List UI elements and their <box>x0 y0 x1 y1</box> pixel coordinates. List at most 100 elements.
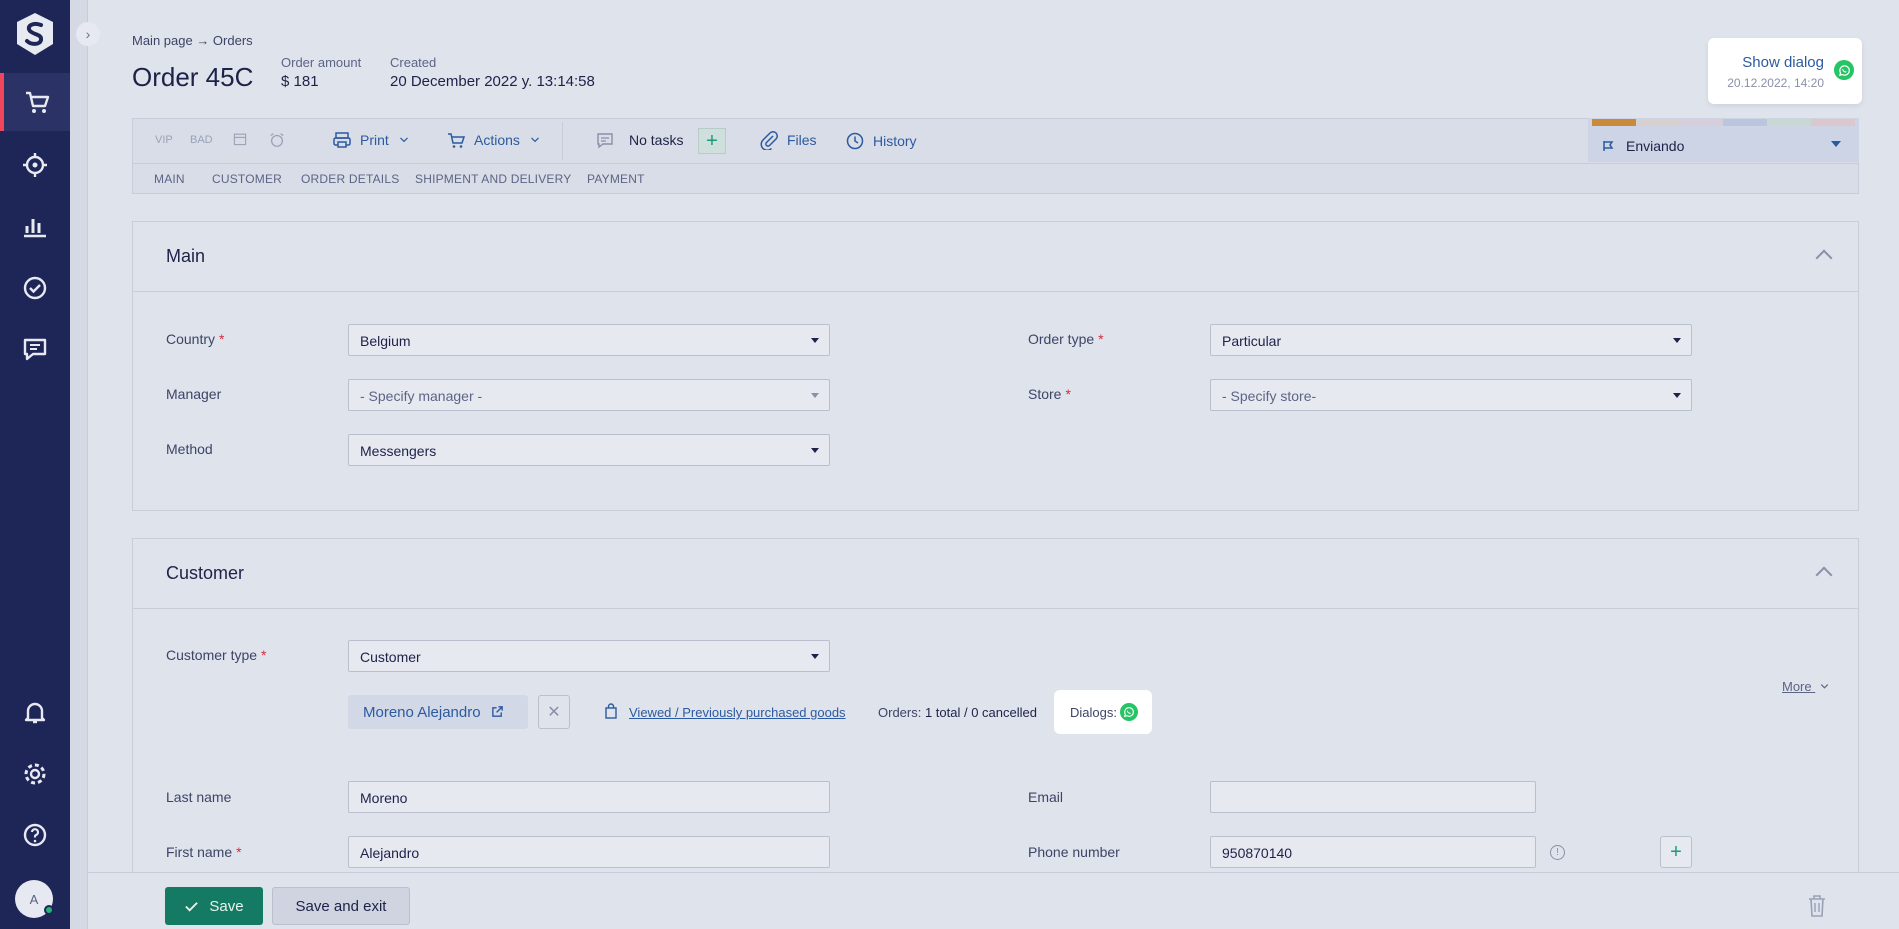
files-button[interactable]: Files <box>759 130 817 150</box>
show-dialog-card[interactable]: Show dialog 20.12.2022, 14:20 <box>1708 38 1862 104</box>
bar-chart-icon <box>24 219 46 238</box>
online-status-dot <box>44 905 54 915</box>
add-task-button[interactable]: + <box>698 128 726 154</box>
print-label: Print <box>360 132 389 148</box>
main-section-title: Main <box>166 246 206 266</box>
last-name-label: Last name <box>166 789 232 805</box>
status-dropdown-caret[interactable] <box>1831 141 1841 147</box>
status-bar-segment <box>1592 119 1636 126</box>
customer-link[interactable]: Moreno Alejandro <box>348 695 528 729</box>
page-title: Order 45C <box>132 62 254 92</box>
trash-icon[interactable] <box>1806 894 1828 918</box>
email-label: Email <box>1028 789 1064 805</box>
tab-customer[interactable]: CUSTOMER <box>212 172 282 186</box>
clock-icon <box>846 132 864 150</box>
sidebar-expand-button[interactable]: › <box>76 22 100 46</box>
method-select[interactable]: Messengers <box>348 434 830 466</box>
email-input[interactable] <box>1210 781 1536 813</box>
customer-section-title: Customer <box>166 563 245 583</box>
collapse-chevron-icon[interactable] <box>1815 249 1833 267</box>
tab-main[interactable]: MAIN <box>154 172 185 186</box>
chevron-down-icon <box>1821 684 1829 689</box>
show-dialog-link[interactable]: Show dialog <box>1742 54 1824 71</box>
whatsapp-icon[interactable] <box>1120 703 1138 721</box>
customer-orders-summary: Orders: 1 total / 0 cancelled <box>878 705 1037 720</box>
status-bar-segment <box>1811 119 1855 126</box>
last-name-input[interactable]: Moreno <box>348 781 830 813</box>
dialog-date: 20.12.2022, 14:20 <box>1727 76 1824 90</box>
nav-settings[interactable] <box>0 745 70 803</box>
main-section-header[interactable]: Main <box>133 222 1858 292</box>
calendar-icon <box>233 133 247 146</box>
tasks-icon-wrap <box>595 130 615 150</box>
status-bar-segment <box>1635 119 1680 126</box>
printer-icon <box>333 132 351 148</box>
gear-icon <box>24 763 46 785</box>
nav-reports[interactable] <box>0 197 70 255</box>
alarm-icon <box>270 133 284 147</box>
alarm-toggle[interactable] <box>268 131 286 149</box>
store-label: Store * <box>1028 386 1071 402</box>
history-button[interactable]: History <box>845 131 917 151</box>
chat-icon <box>23 338 47 361</box>
tab-shipment-delivery[interactable]: SHIPMENT AND DELIVERY <box>415 172 571 186</box>
calendar-toggle[interactable] <box>232 131 248 147</box>
customer-type-select[interactable]: Customer <box>348 640 830 672</box>
more-toggle[interactable]: More <box>1782 679 1831 694</box>
main-section: Main <box>132 221 1859 511</box>
chevron-down-icon <box>530 137 539 143</box>
print-button[interactable]: Print <box>332 130 411 150</box>
tab-payment[interactable]: PAYMENT <box>587 172 645 186</box>
created-label: Created <box>390 55 437 70</box>
target-icon <box>23 153 47 177</box>
files-label: Files <box>787 132 817 148</box>
remove-customer-button[interactable]: ✕ <box>538 695 570 729</box>
history-label: History <box>873 133 917 149</box>
whatsapp-icon[interactable] <box>1834 60 1854 80</box>
nav-orders[interactable] <box>0 73 70 131</box>
cart-icon <box>26 91 50 113</box>
vip-toggle[interactable]: VIP <box>155 134 173 146</box>
status-progress-bars <box>1592 119 1855 126</box>
add-phone-button[interactable]: + <box>1660 836 1692 868</box>
collapse-chevron-icon[interactable] <box>1815 566 1833 584</box>
nav-tasks[interactable] <box>0 259 70 317</box>
nav-help[interactable] <box>0 806 70 864</box>
toolbar-divider <box>562 122 563 160</box>
external-link-icon <box>491 706 503 717</box>
order-amount-value: $ 181 <box>281 73 319 90</box>
customer-type-label: Customer type * <box>166 647 267 663</box>
save-button[interactable]: Save <box>165 887 263 925</box>
shopping-bag-icon <box>605 703 617 719</box>
tab-order-details[interactable]: ORDER DETAILS <box>301 172 399 186</box>
task-comment-icon <box>597 133 613 149</box>
status-bar-segment <box>1767 119 1812 126</box>
viewed-purchased-goods-link[interactable]: Viewed / Previously purchased goods <box>629 705 846 720</box>
info-icon[interactable]: ! <box>1550 845 1565 860</box>
check-icon <box>185 901 199 912</box>
manager-select[interactable]: - Specify manager - <box>348 379 830 411</box>
cart-icon <box>448 133 466 148</box>
nav-analytics[interactable] <box>0 136 70 194</box>
nav-notifications[interactable] <box>0 683 70 741</box>
nav-chats[interactable] <box>0 320 70 378</box>
first-name-input[interactable]: Alejandro <box>348 836 830 868</box>
app-logo-icon[interactable] <box>11 10 59 58</box>
customer-name: Moreno Alejandro <box>363 704 481 721</box>
breadcrumb[interactable]: Main page → Orders <box>132 33 253 48</box>
phone-input[interactable]: 950870140 <box>1210 836 1536 868</box>
bell-icon <box>24 702 46 724</box>
check-circle-icon <box>23 276 47 300</box>
bad-toggle[interactable]: BAD <box>190 134 213 146</box>
truck-status-icon <box>1603 141 1614 151</box>
order-type-select[interactable]: Particular <box>1210 324 1692 356</box>
actions-button[interactable]: Actions <box>446 130 542 150</box>
country-select[interactable]: Belgium <box>348 324 830 356</box>
store-select[interactable]: - Specify store- <box>1210 379 1692 411</box>
customer-section-header[interactable]: Customer <box>133 539 1858 609</box>
first-name-label: First name * <box>166 844 242 860</box>
country-label: Country * <box>166 331 225 347</box>
paperclip-icon <box>760 131 778 150</box>
save-and-exit-button[interactable]: Save and exit <box>272 887 410 925</box>
dialogs-indicator[interactable]: Dialogs: <box>1054 690 1152 734</box>
